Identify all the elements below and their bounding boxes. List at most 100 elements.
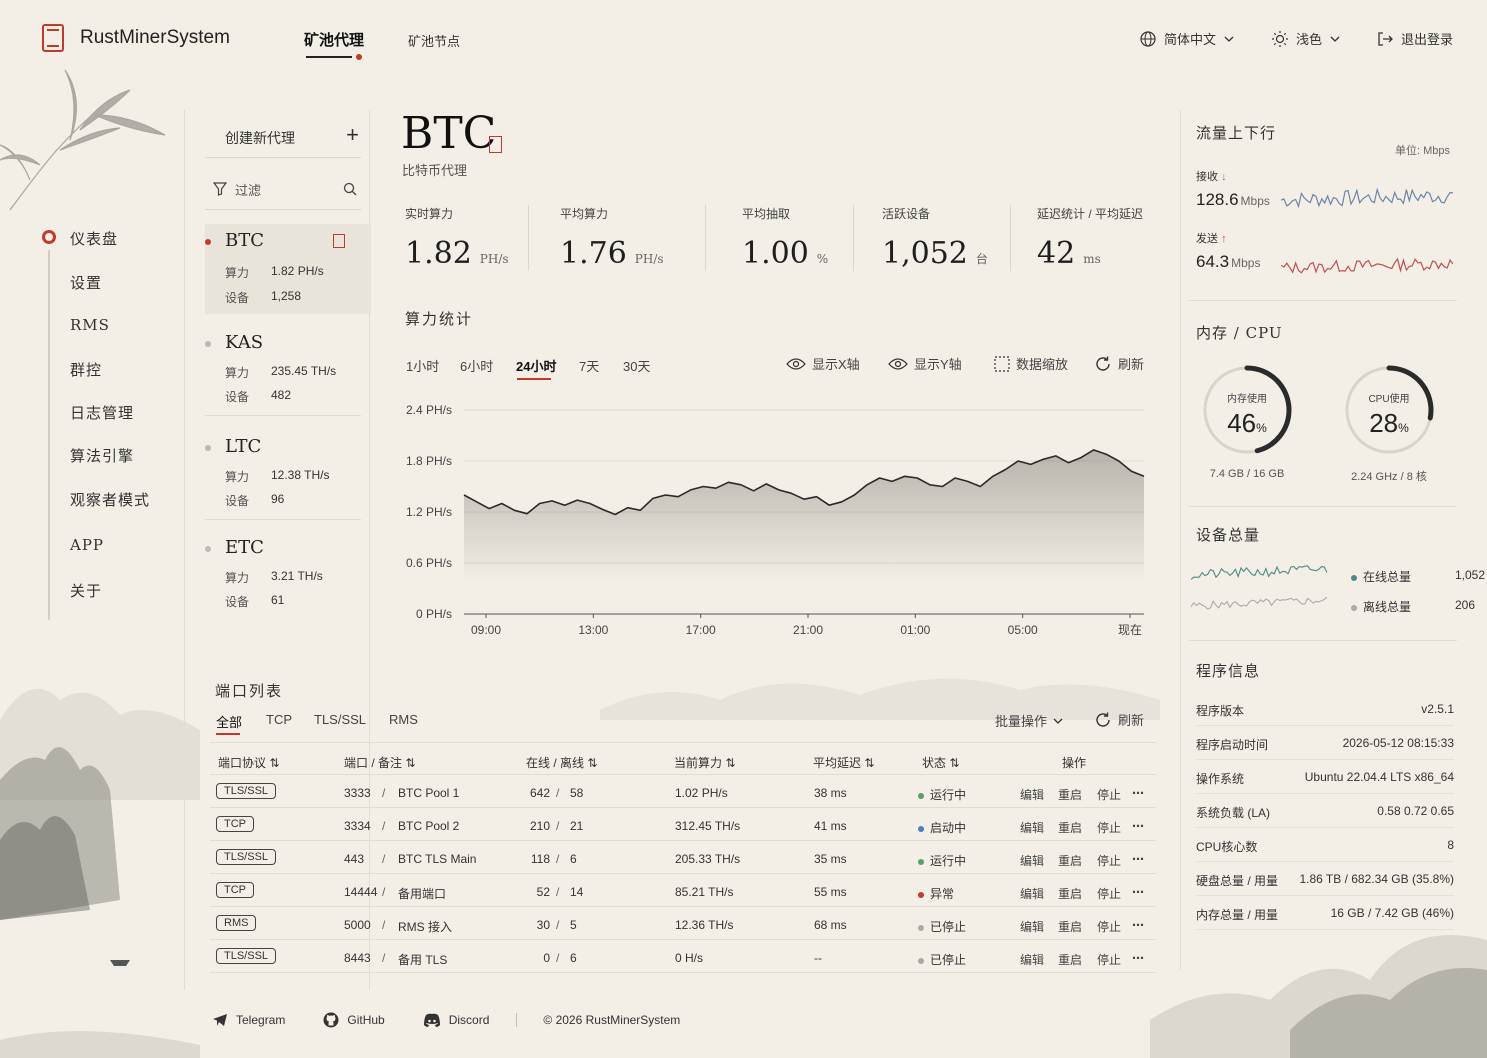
col-online[interactable]: 在线 / 离线 ⇅ (526, 754, 597, 771)
restart-button[interactable]: 重启 (1058, 786, 1082, 803)
memory-gauge: 内存使用 46% (1199, 362, 1295, 458)
restart-button[interactable]: 重启 (1058, 885, 1082, 902)
edit-button[interactable]: 编辑 (1020, 951, 1044, 968)
theme-selector[interactable]: 浅色 (1272, 29, 1340, 48)
divider (1010, 205, 1011, 271)
info-value: 0.58 0.72 0.65 (1377, 804, 1454, 818)
port-tab-tls[interactable]: TLS/SSL (314, 712, 366, 727)
search-icon[interactable] (343, 182, 357, 196)
range-tab-30d[interactable]: 30天 (623, 356, 650, 375)
port-tab-tcp[interactable]: TCP (266, 712, 292, 727)
stop-button[interactable]: 停止 (1097, 786, 1121, 803)
sidebar-item-dashboard[interactable]: 仪表盘 (70, 228, 118, 249)
info-row: 系统负载 (LA) 0.58 0.72 0.65 (1196, 794, 1454, 828)
more-icon[interactable]: ⋯ (1132, 918, 1144, 932)
discord-link[interactable]: Discord (449, 1013, 490, 1027)
more-icon[interactable]: ⋯ (1132, 951, 1144, 965)
info-value: 1.86 TB / 682.34 GB (35.8%) (1299, 872, 1454, 886)
col-hash[interactable]: 当前算力 ⇅ (674, 754, 735, 771)
stop-button[interactable]: 停止 (1097, 819, 1121, 836)
batch-actions-dropdown[interactable]: 批量操作 (995, 711, 1063, 730)
show-y-axis-button[interactable]: 显示Y轴 (888, 354, 962, 373)
globe-icon (1140, 30, 1156, 47)
proxy-filter[interactable]: 过滤 (205, 174, 361, 210)
restart-button[interactable]: 重启 (1058, 951, 1082, 968)
telegram-link[interactable]: Telegram (236, 1013, 285, 1027)
chart-refresh-button[interactable]: 刷新 (1094, 354, 1144, 373)
sidebar-item-settings[interactable]: 设置 (70, 272, 102, 293)
restart-button[interactable]: 重启 (1058, 852, 1082, 869)
table-row: TLS/SSL 3333 / BTC Pool 1 642 / 58 1.02 PH/s 38 … (210, 775, 1156, 808)
sidebar-item-app[interactable]: APP (70, 536, 104, 554)
github-link[interactable]: GitHub (347, 1013, 384, 1027)
col-status[interactable]: 状态 ⇅ (922, 754, 959, 771)
sidebar-item-group-control[interactable]: 群控 (70, 359, 102, 380)
sidebar-item-observer[interactable]: 观察者模式 (70, 489, 150, 510)
batch-actions-label: 批量操作 (995, 714, 1048, 729)
proxy-name: ETC (225, 537, 264, 558)
stat-unit: ms (1083, 252, 1101, 266)
show-x-axis-button[interactable]: 显示X轴 (786, 354, 860, 373)
more-icon[interactable]: ⋯ (1132, 819, 1144, 833)
page-title: BTC (401, 108, 497, 159)
port-hash: 205.33 TH/s (675, 852, 741, 866)
online-dot (1351, 574, 1357, 581)
filter-label: 过滤 (235, 183, 262, 198)
port-tab-all[interactable]: 全部 (216, 712, 242, 731)
range-tab-1h[interactable]: 1小时 (406, 356, 439, 375)
col-latency[interactable]: 平均延迟 ⇅ (813, 754, 874, 771)
sidebar-item-rms[interactable]: RMS (70, 316, 110, 334)
proxy-item-kas[interactable]: KAS 算力 235.45 TH/s 设备 482 (205, 326, 361, 416)
sidebar-item-about[interactable]: 关于 (70, 580, 102, 601)
edit-button[interactable]: 编辑 (1020, 786, 1044, 803)
stop-button[interactable]: 停止 (1097, 852, 1121, 869)
edit-button[interactable]: 编辑 (1020, 852, 1044, 869)
info-row: 程序启动时间 2026-05-12 08:15:33 (1196, 726, 1454, 760)
port-status: 异常 (918, 885, 954, 902)
tab-pool-proxy[interactable]: 矿池代理 (304, 29, 364, 50)
port-tab-rms[interactable]: RMS (389, 712, 418, 727)
stop-button[interactable]: 停止 (1097, 951, 1121, 968)
range-tab-6h[interactable]: 6小时 (460, 356, 493, 375)
logout-button[interactable]: 退出登录 (1377, 29, 1453, 48)
col-proto[interactable]: 端口协议 ⇅ (218, 754, 279, 771)
tab-pool-nodes[interactable]: 矿池节点 (408, 31, 460, 50)
restart-button[interactable]: 重启 (1058, 918, 1082, 935)
col-port[interactable]: 端口 / 备注 ⇅ (344, 754, 415, 771)
sidebar-item-algorithm[interactable]: 算法引擎 (70, 445, 134, 466)
data-zoom-button[interactable]: 数据缩放 (994, 354, 1068, 373)
port-number: 443 (344, 852, 365, 866)
sidebar-item-logs[interactable]: 日志管理 (70, 402, 134, 423)
more-icon[interactable]: ⋯ (1132, 786, 1144, 800)
language-selector[interactable]: 简体中文 (1140, 29, 1234, 48)
ports-refresh-button[interactable]: 刷新 (1094, 710, 1144, 729)
stop-button[interactable]: 停止 (1097, 885, 1121, 902)
stop-button[interactable]: 停止 (1097, 918, 1121, 935)
range-tab-7d[interactable]: 7天 (579, 356, 599, 375)
edit-button[interactable]: 编辑 (1020, 819, 1044, 836)
edit-button[interactable]: 编辑 (1020, 918, 1044, 935)
more-icon[interactable]: ⋯ (1132, 852, 1144, 866)
proxy-item-ltc[interactable]: LTC 算力 12.38 TH/s 设备 96 (205, 430, 361, 520)
seal-icon (333, 234, 345, 248)
memcpu-title: 内存 / CPU (1196, 324, 1283, 342)
proxy-item-etc[interactable]: ETC 算力 3.21 TH/s 设备 61 (205, 531, 361, 621)
offline-count: 6 (570, 852, 577, 866)
restart-button[interactable]: 重启 (1058, 819, 1082, 836)
offline-count: 14 (570, 885, 584, 899)
plus-icon: + (346, 122, 359, 147)
info-row: 硬盘总量 / 用量 1.86 TB / 682.34 GB (35.8%) (1196, 862, 1454, 896)
device-key: 设备 (225, 291, 250, 305)
separator: / (382, 786, 386, 800)
more-icon[interactable]: ⋯ (1132, 885, 1144, 899)
create-proxy-button[interactable]: 创建新代理 + (205, 122, 361, 158)
port-number: 8443 (344, 951, 371, 965)
port-note: 备用 TLS (398, 953, 448, 967)
stat-avg-fee: 平均抽取 1.00% (742, 205, 828, 271)
range-tab-24h[interactable]: 24小时 (516, 356, 556, 375)
proxy-item-btc[interactable]: BTC 算力 1.82 PH/s 设备 1,258 (205, 224, 371, 314)
table-row: TCP 3334 / BTC Pool 2 210 / 21 312.45 TH/s 41 ms… (210, 808, 1156, 841)
edit-button[interactable]: 编辑 (1020, 885, 1044, 902)
info-key: 内存总量 / 用量 (1196, 908, 1279, 922)
hash-section-title: 算力统计 (405, 310, 474, 328)
